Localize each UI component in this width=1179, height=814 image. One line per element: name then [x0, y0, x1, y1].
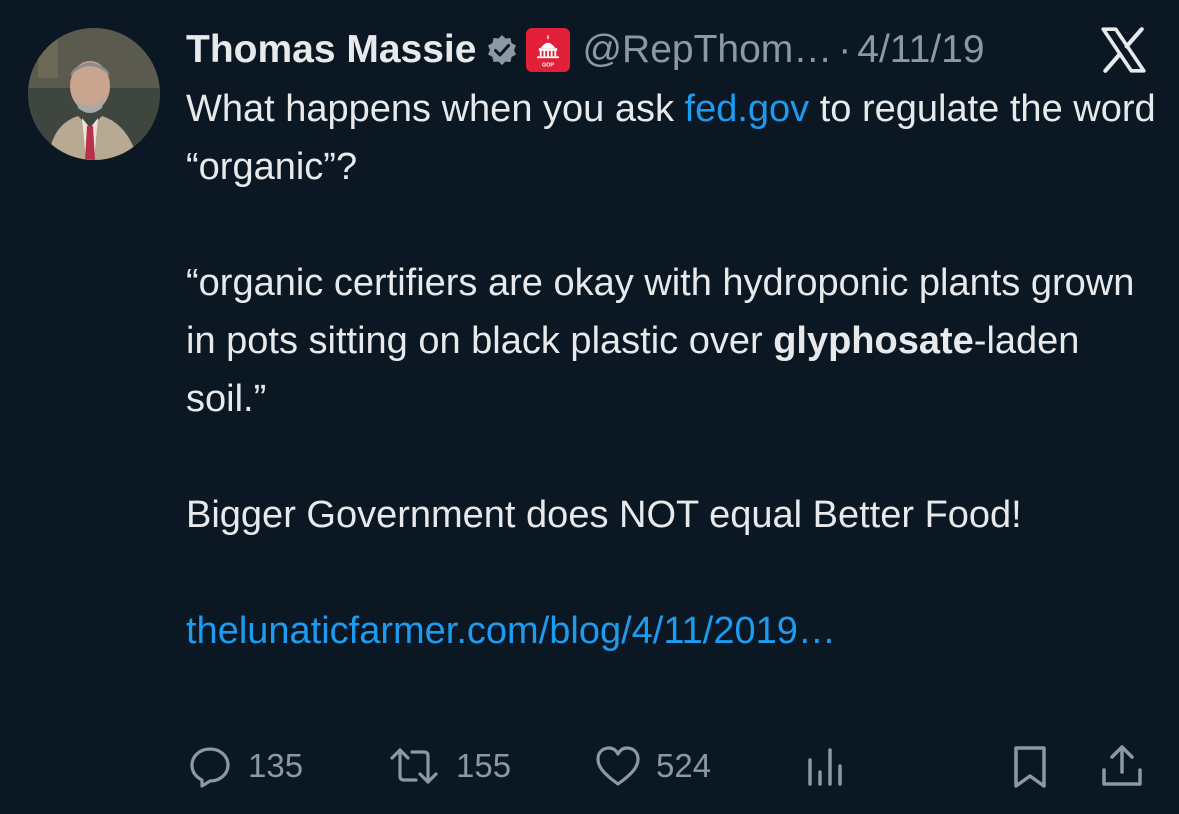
reply-count: 135	[248, 747, 304, 784]
share-button[interactable]	[1098, 738, 1146, 794]
tweet-paragraph-closing: Bigger Government does NOT equal Better …	[186, 494, 1022, 536]
verified-badge-icon	[486, 34, 518, 66]
avatar-photo	[28, 28, 160, 160]
tweet-paragraph-1: What happens when you ask fed.gov to reg…	[186, 80, 1166, 196]
tweet-text: What happens when you ask fed.gov to reg…	[186, 80, 1166, 660]
retweet-count: 155	[456, 747, 512, 784]
reply-icon	[190, 747, 230, 788]
text-span: What happens when you ask	[186, 88, 685, 130]
capitol-icon: GOP	[537, 35, 560, 68]
reply-button[interactable]: 135	[186, 738, 303, 794]
like-button[interactable]: 524	[594, 738, 711, 794]
views-icon	[808, 748, 842, 786]
article-link[interactable]: thelunaticfarmer.com/blog/4/11/2019…	[186, 610, 836, 652]
retweet-icon	[390, 748, 438, 784]
heart-icon	[596, 746, 640, 786]
views-button[interactable]	[802, 738, 850, 794]
avatar[interactable]	[28, 28, 160, 160]
action-bar: 135 155 524	[186, 738, 1151, 794]
glyphosate-bold-text: glyphosate	[773, 320, 974, 362]
tweet-date[interactable]: 4/11/19	[857, 28, 984, 72]
tweet-header: Thomas Massie GOP @RepThom… · 4/11/19	[186, 22, 985, 78]
x-logo-icon[interactable]	[1095, 22, 1151, 78]
separator-dot: ·	[838, 28, 852, 71]
retweet-button[interactable]: 155	[386, 738, 511, 794]
government-badge: GOP	[526, 28, 571, 72]
like-count: 524	[656, 747, 712, 784]
bookmark-icon	[1014, 746, 1046, 788]
share-icon	[1102, 745, 1142, 786]
author-name[interactable]: Thomas Massie	[186, 28, 476, 72]
svg-text:GOP: GOP	[542, 62, 554, 68]
fed-gov-link[interactable]: fed.gov	[685, 88, 810, 130]
bookmark-button[interactable]	[1006, 738, 1054, 794]
author-handle[interactable]: @RepThom…	[582, 28, 832, 72]
tweet-paragraph-quote: “organic certifiers are okay with hydrop…	[186, 254, 1166, 428]
